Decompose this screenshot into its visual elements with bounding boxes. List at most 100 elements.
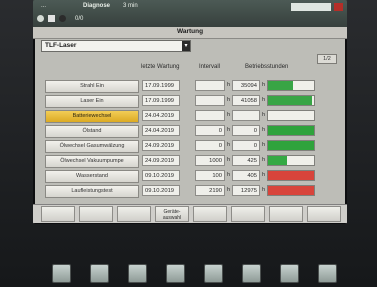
interval-unit: h [227, 172, 231, 178]
softkey-5[interactable] [193, 206, 227, 222]
maintenance-item-button[interactable]: Ölstand [45, 125, 139, 138]
softkey-3[interactable] [117, 206, 151, 222]
maintenance-item-button[interactable]: Ölwechsel Gasumwälzung [45, 140, 139, 153]
interval-value: 100 [195, 170, 225, 181]
hardware-key-8[interactable] [318, 264, 337, 283]
hours-unit: h [262, 97, 266, 103]
status-left: ... [41, 3, 47, 9]
interval-value: 2190 [195, 185, 225, 196]
table-row: Wasserstand 09.10.2019 100 h 405 h [45, 170, 321, 183]
last-maintenance-date: 09.10.2019 [142, 170, 180, 181]
table-row: Ölwechsel Gasumwälzung 24.09.2019 0 h 0 … [45, 140, 321, 153]
interval-value [195, 80, 225, 91]
wear-gauge [267, 125, 315, 136]
table-row: Laufleistungstest 09.10.2019 2190 h 1297… [45, 185, 321, 198]
interval-unit: h [227, 142, 231, 148]
last-maintenance-date: 17.09.1999 [142, 95, 180, 106]
softkey-bar: Geräte- auswahl [33, 204, 347, 223]
wear-gauge-fill [268, 96, 312, 105]
interval-value: 1000 [195, 155, 225, 166]
table-row: Ölwechsel Vakuumpumpe 24.09.2019 1000 h … [45, 155, 321, 168]
softkey-4[interactable]: Geräte- auswahl [155, 206, 189, 222]
hardware-key-1[interactable] [52, 264, 71, 283]
wear-gauge-fill [268, 171, 314, 180]
softkey-1[interactable] [41, 206, 75, 222]
maintenance-item-button[interactable]: Laser Ein [45, 95, 139, 108]
wear-gauge-fill [268, 126, 314, 135]
status-small: 0/0 [75, 16, 84, 22]
status-title: Diagnose [83, 3, 111, 9]
maintenance-item-button[interactable]: Batteriewechsel [45, 110, 139, 123]
col-interval: Intervall [199, 64, 221, 70]
table-row: Ölstand 24.04.2019 0 h 0 h [45, 125, 321, 138]
operating-hours-value: 41058 [232, 95, 260, 106]
page-indicator[interactable]: 1/2 [317, 54, 337, 64]
softkey-7[interactable] [269, 206, 303, 222]
wear-gauge-fill [268, 186, 314, 195]
chevron-down-icon[interactable]: ▾ [182, 41, 190, 51]
wear-gauge [267, 140, 315, 151]
interval-unit: h [227, 112, 231, 118]
last-maintenance-date: 24.04.2019 [142, 110, 180, 121]
operating-hours-value: 35094 [232, 80, 260, 91]
table-row: Strahl Ein 17.09.1999 h 35094 h [45, 80, 321, 93]
interval-unit: h [227, 82, 231, 88]
dot-icon [59, 15, 66, 22]
last-maintenance-date: 17.09.1999 [142, 80, 180, 91]
interval-unit: h [227, 97, 231, 103]
interval-unit: h [227, 157, 231, 163]
col-last-maintenance: letzte Wartung [141, 64, 180, 70]
hmi-screen: ... Diagnose 3 min 0/0 Wartung TLF-Laser… [33, 0, 347, 224]
status-time: 3 min [123, 3, 138, 9]
wear-gauge-fill [268, 141, 314, 150]
table-row: Laser Ein 17.09.1999 h 41058 h [45, 95, 321, 108]
interval-unit: h [227, 187, 231, 193]
led-bar [291, 3, 331, 11]
maintenance-item-button[interactable]: Strahl Ein [45, 80, 139, 93]
hours-unit: h [262, 127, 266, 133]
operating-hours-value: 0 [232, 140, 260, 151]
hardware-key-7[interactable] [280, 264, 299, 283]
last-maintenance-date: 24.09.2019 [142, 140, 180, 151]
last-maintenance-date: 24.09.2019 [142, 155, 180, 166]
interval-value [195, 110, 225, 121]
interval-value [195, 95, 225, 106]
maintenance-item-button[interactable]: Wasserstand [45, 170, 139, 183]
softkey-8[interactable] [307, 206, 341, 222]
alarm-indicator [334, 3, 343, 11]
maintenance-item-button[interactable]: Ölwechsel Vakuumpumpe [45, 155, 139, 168]
hours-unit: h [262, 172, 266, 178]
hardware-key-4[interactable] [166, 264, 185, 283]
checker-icon [48, 15, 55, 22]
page-title: Wartung [176, 28, 204, 35]
hours-unit: h [262, 142, 266, 148]
hardware-key-3[interactable] [128, 264, 147, 283]
wear-gauge [267, 185, 315, 196]
hardware-key-2[interactable] [90, 264, 109, 283]
hours-unit: h [262, 112, 266, 118]
softkey-2[interactable] [79, 206, 113, 222]
maintenance-item-button[interactable]: Laufleistungstest [45, 185, 139, 198]
hardware-key-6[interactable] [242, 264, 261, 283]
table-row: Batteriewechsel 24.04.2019 h h [45, 110, 321, 123]
operating-hours-value: 425 [232, 155, 260, 166]
operating-hours-value: 0 [232, 125, 260, 136]
hardware-key-5[interactable] [204, 264, 223, 283]
last-maintenance-date: 09.10.2019 [142, 185, 180, 196]
device-selector-value: TLF-Laser [45, 42, 77, 49]
wear-gauge [267, 95, 315, 106]
wear-gauge [267, 110, 315, 121]
softkey-6[interactable] [231, 206, 265, 222]
operating-hours-value: 12975 [232, 185, 260, 196]
window-header: Wartung [33, 27, 347, 39]
interval-value: 0 [195, 125, 225, 136]
device-selector[interactable]: TLF-Laser ▾ [41, 40, 191, 52]
gear-icon [37, 15, 44, 22]
hours-unit: h [262, 187, 266, 193]
hours-unit: h [262, 82, 266, 88]
wear-gauge [267, 80, 315, 91]
wear-gauge-fill [268, 81, 294, 90]
interval-value: 0 [195, 140, 225, 151]
wear-gauge [267, 155, 315, 166]
wear-gauge-fill [268, 156, 288, 165]
